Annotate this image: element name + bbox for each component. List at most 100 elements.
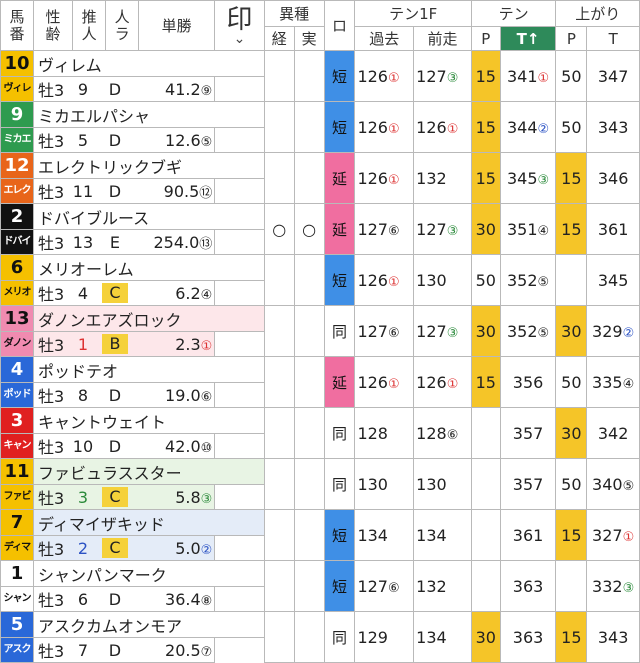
sex-age: 牡3 [37, 336, 65, 355]
rank-circle: ⑤ [537, 325, 550, 341]
col-zenso: 前走 [413, 26, 472, 51]
table-row[interactable]: 7 ディマイザキッド短 134 134 361 15 327① [0, 509, 640, 561]
win-odds: 19.0⑥ [132, 386, 214, 405]
kei-mark [263, 254, 295, 306]
ten1f-kako: 126① [354, 356, 415, 408]
table-row[interactable]: 3 キャントウェイト同 128 128⑥ 357 30 342 [0, 407, 640, 459]
value: 341 [506, 66, 538, 86]
odds-rank: ④ [200, 287, 213, 303]
table-row[interactable]: 13 ダノンエアズロック同 127⑥ 127③ 30 352⑤ 30 329② [0, 305, 640, 357]
rank-circle: ① [622, 529, 635, 545]
popular-rank: D [98, 182, 132, 201]
horse-name[interactable]: ミカエルパシャ [32, 101, 265, 128]
agari-p: 15 [555, 611, 588, 663]
horse-number: 13 [0, 305, 34, 332]
value: 363 [512, 576, 544, 596]
horse-number: 2 [0, 203, 34, 230]
table-row[interactable]: 2 ドバイブルース ○ ○ 延 127⑥ 127③ 30 351④ 15 361 [0, 203, 640, 255]
table-row[interactable]: 5 アスクカムオンモア 同 129 134 30 363 15 343 [0, 611, 640, 663]
col-popular-rank: 人ラ [105, 0, 140, 51]
value: 130 [416, 474, 447, 494]
ten-p: 15 [470, 50, 501, 102]
agari-t: 347 [586, 50, 640, 102]
popular-rank: D [98, 131, 132, 150]
value: 129 [357, 627, 388, 647]
agari-t: 327① [586, 509, 640, 561]
agari-t: 342 [586, 407, 640, 459]
kei-mark [263, 305, 295, 357]
value: 127 [357, 576, 388, 596]
odds-value: 12.6 [165, 130, 201, 150]
value: 126 [357, 168, 388, 188]
value: 132 [416, 576, 447, 596]
sex-age: 牡3 [37, 489, 65, 508]
table-row[interactable]: 10 ヴィレム短 126① 127③ 15 341① 50 347 [0, 50, 640, 102]
agari-t: 329② [586, 305, 640, 357]
value: 351 [506, 219, 538, 239]
value: 127 [357, 219, 388, 239]
value: 127 [416, 321, 447, 341]
popular-rank: D [98, 80, 132, 99]
horse-number: 1 [0, 560, 34, 587]
horse-number: 10 [0, 50, 34, 77]
horse-name[interactable]: メリオーレム [32, 254, 265, 281]
odds-rank: ⑥ [200, 389, 213, 405]
col-ten-t-sort[interactable]: T↑ [499, 26, 557, 51]
value: 361 [512, 525, 544, 545]
value: 327 [592, 525, 623, 545]
ten-t: 352⑤ [499, 254, 557, 306]
horse-details: 牡3 11 D 90.5⑫ [32, 178, 216, 204]
horse-name[interactable]: エレクトリックブギ [32, 152, 265, 179]
jitsu-mark [293, 152, 325, 204]
sex-age: 牡3 [37, 132, 65, 151]
horse-name[interactable]: ファビュラススター [32, 458, 265, 485]
value: 126 [416, 117, 447, 137]
horse-name[interactable]: ポッドテオ [32, 356, 265, 383]
odds-value: 2.3 [175, 334, 201, 354]
chevron-down-icon[interactable]: ⌄ [216, 32, 263, 46]
rank-circle: ① [387, 172, 400, 188]
value: 345 [597, 270, 629, 290]
odds-value: 42.0 [165, 436, 201, 456]
horse-name[interactable]: ドバイブルース [32, 203, 265, 230]
horse-name[interactable]: ヴィレム [32, 50, 265, 77]
table-row[interactable]: 1 シャンパンマーク短 127⑥ 132 363 332③ [0, 560, 640, 612]
table-row[interactable]: 12 エレクトリックブギ延 126① 132 15 345③ 15 346 [0, 152, 640, 204]
ro-badge: 短 [323, 509, 356, 561]
horse-name[interactable]: ディマイザキッド [32, 509, 265, 536]
race-table: 馬番 性齢 推人 人ラ 単勝 印 ⌄ 異種 ロ テン1F テン 上がり 経 実 … [0, 0, 640, 663]
horse-name[interactable]: ダノンエアズロック [32, 305, 265, 332]
horse-number: 6 [0, 254, 34, 281]
jitsu-mark [293, 101, 325, 153]
popular-rank: D [98, 386, 132, 405]
ten-t: 361 [499, 509, 557, 561]
horse-details: 牡3 4 C 6.2④ [32, 280, 216, 306]
horse-abbr: ディマ [0, 535, 34, 561]
table-row[interactable]: 11 ファビュラススター同 130 130 357 50 340⑤ [0, 458, 640, 510]
horse-name[interactable]: キャントウェイト [32, 407, 265, 434]
kei-mark [263, 152, 295, 204]
kei-mark [263, 407, 295, 459]
horse-name[interactable]: アスクカムオンモア [32, 611, 265, 638]
kei-mark [263, 509, 295, 561]
ten-p: 15 [470, 356, 501, 408]
value: 130 [357, 474, 388, 494]
col-jitsu: 実 [293, 26, 325, 51]
ten-p [470, 458, 501, 510]
ten1f-kako: 126① [354, 254, 415, 306]
ro-badge: 短 [323, 560, 356, 612]
rank-letter: D [108, 181, 122, 201]
col-agari-t: T [586, 26, 640, 51]
table-row[interactable]: 6 メリオーレム短 126① 130 50 352⑤ 345 [0, 254, 640, 306]
ro-badge: 短 [323, 101, 356, 153]
popular-rank: D [98, 437, 132, 456]
odds-rank: ⑨ [200, 83, 213, 99]
table-row[interactable]: 4 ポッドテオ延 126① 126① 15 356 50 335④ [0, 356, 640, 408]
horse-abbr: メリオ [0, 280, 34, 306]
sex-age: 牡3 [37, 285, 65, 304]
sex-age: 牡3 [37, 591, 65, 610]
odds-rank: ⑩ [200, 440, 213, 456]
recommend-rank: 1 [77, 334, 89, 354]
horse-name[interactable]: シャンパンマーク [32, 560, 265, 587]
table-row[interactable]: 9 ミカエルパシャ短 126① 126① 15 344② 50 343 [0, 101, 640, 153]
